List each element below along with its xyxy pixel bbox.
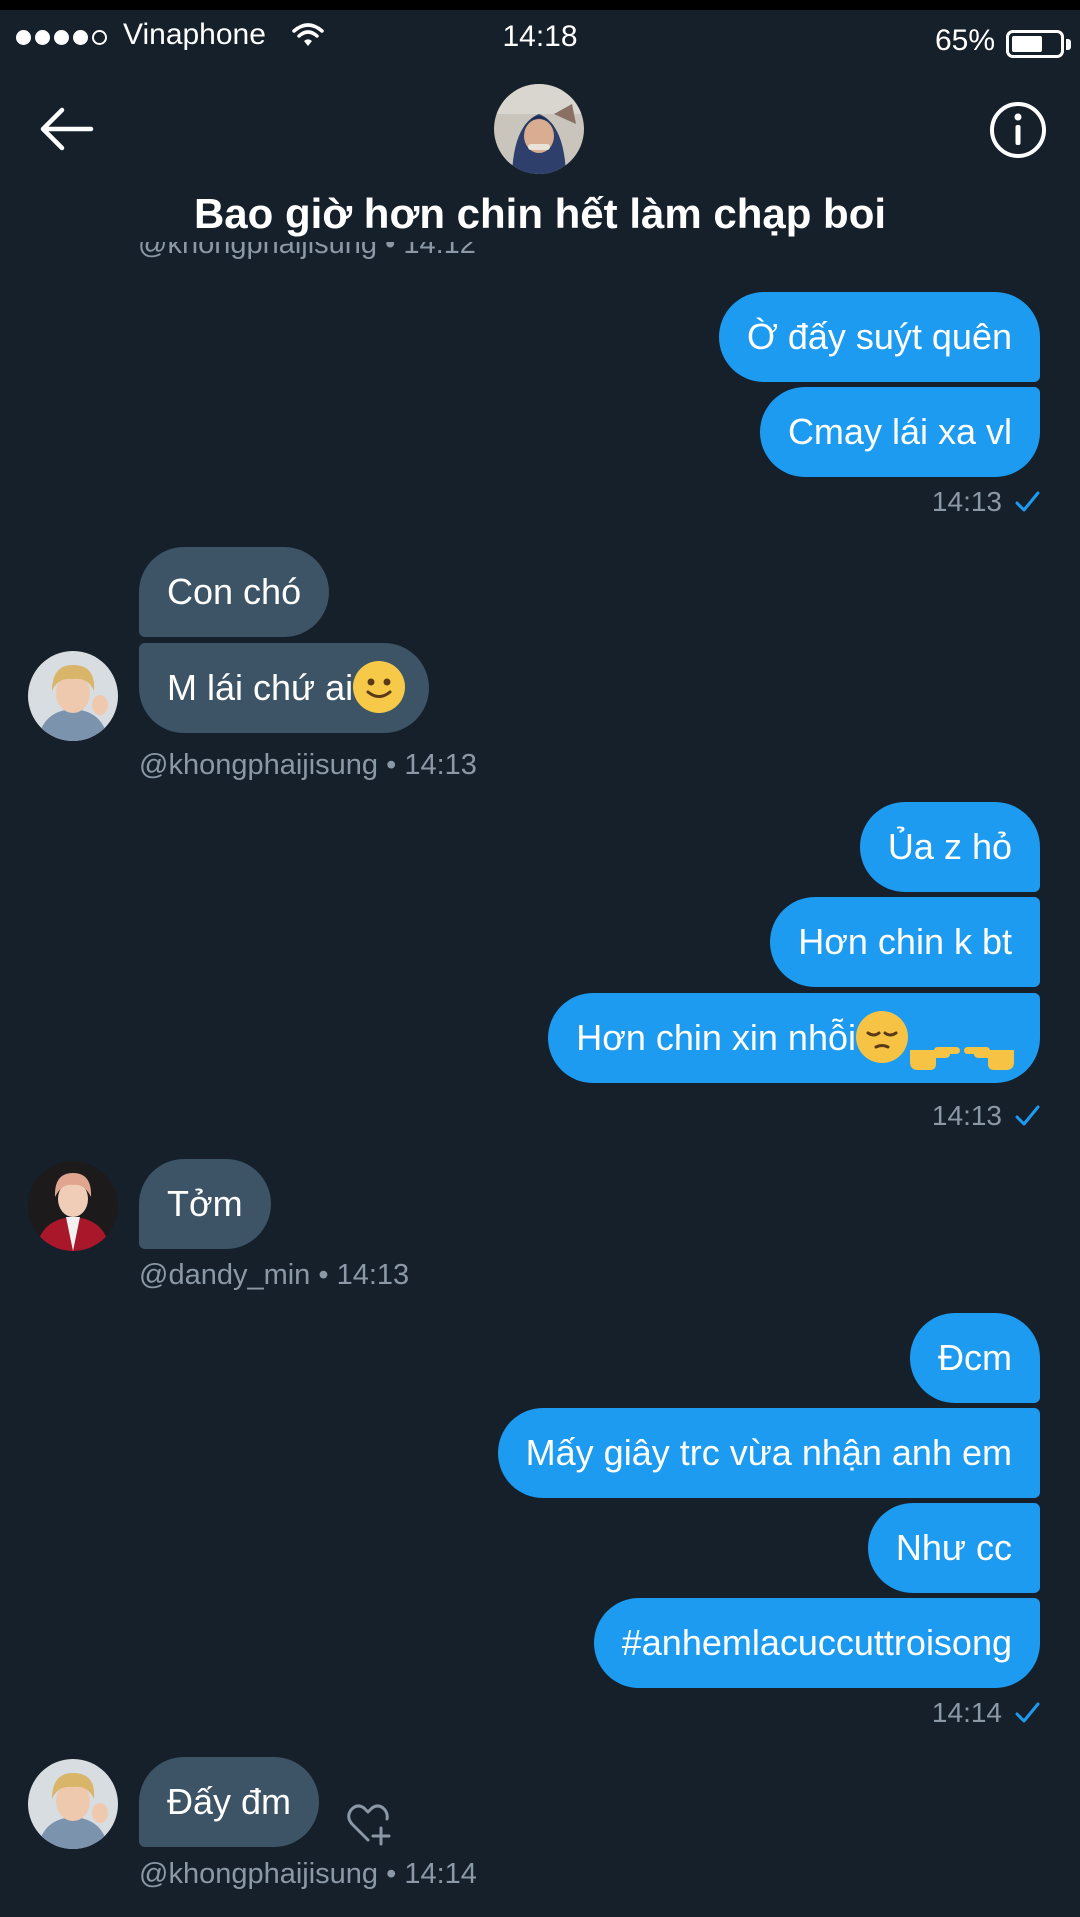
message-bubble-incoming[interactable]: Con chó (139, 547, 330, 637)
message-text: Hơn chin xin nhỗi (576, 1017, 856, 1058)
timestamp-text: 14:14 (931, 1697, 1002, 1728)
back-arrow-icon[interactable] (36, 104, 96, 154)
battery-level-fill (1012, 36, 1042, 52)
checkmark-icon (1015, 491, 1040, 512)
message-bubble-incoming[interactable]: M lái chứ ai (139, 643, 430, 733)
message-bubble-incoming[interactable]: Tởm (139, 1159, 271, 1249)
message-sender-meta: @khongphaijisung • 14:14 (139, 1858, 477, 1890)
avatar[interactable] (28, 1161, 118, 1251)
status-bar: Vinaphone 14:18 65% (0, 10, 1080, 70)
message-timestamp: 14:13 (932, 486, 1040, 518)
heart-plus-icon[interactable] (344, 1800, 392, 1846)
message-sender-meta: @dandy_min • 14:13 (139, 1259, 410, 1291)
checkmark-icon (1015, 1702, 1040, 1723)
clock: 14:18 (502, 20, 578, 53)
checkmark-icon (1015, 1105, 1040, 1126)
message-bubble-incoming[interactable]: Đấy đm (139, 1757, 320, 1847)
message-bubble-outgoing[interactable]: Ờ đấy suýt quên (718, 292, 1040, 382)
pensive-emoji (856, 1011, 908, 1064)
message-bubble-outgoing[interactable]: Đcm (910, 1313, 1040, 1403)
message-bubble-outgoing[interactable]: Mấy giây trc vừa nhận anh em (497, 1408, 1040, 1498)
pointing-left-emoji (962, 1017, 1016, 1071)
info-icon[interactable] (988, 100, 1048, 160)
message-timestamp: 14:13 (932, 1100, 1040, 1132)
message-bubble-outgoing[interactable]: Hơn chin k bt (770, 897, 1040, 987)
message-bubble-outgoing[interactable]: Như cc (867, 1503, 1040, 1593)
slight-smile-emoji (353, 661, 406, 714)
battery-tip (1066, 39, 1071, 50)
message-meta-partial: @khongphaijisung • 14:12 (138, 242, 476, 260)
group-avatar[interactable] (494, 84, 584, 174)
message-bubble-outgoing[interactable]: Ủa z hỏ (859, 802, 1040, 892)
message-timestamp: 14:14 (932, 1697, 1040, 1729)
message-text: M lái chứ ai (167, 667, 354, 708)
message-bubble-outgoing[interactable]: #anhemlacuccuttroisong (593, 1598, 1040, 1688)
message-bubble-outgoing[interactable]: Cmay lái xa vl (759, 387, 1040, 477)
pointing-right-emoji (908, 1017, 962, 1071)
conversation-title: Bao giờ hơn chin hết làm chạp boi (193, 190, 887, 237)
battery-icon (1006, 30, 1064, 58)
timestamp-text: 14:13 (931, 1100, 1002, 1131)
message-sender-meta: @khongphaijisung • 14:13 (139, 749, 477, 781)
status-bar-top-edge (0, 0, 1080, 10)
avatar[interactable] (28, 651, 118, 741)
avatar[interactable] (28, 1759, 118, 1849)
battery-percentage: 65% (935, 24, 996, 57)
timestamp-text: 14:13 (931, 486, 1002, 517)
message-bubble-outgoing[interactable]: Hơn chin xin nhỗi (548, 993, 1040, 1083)
